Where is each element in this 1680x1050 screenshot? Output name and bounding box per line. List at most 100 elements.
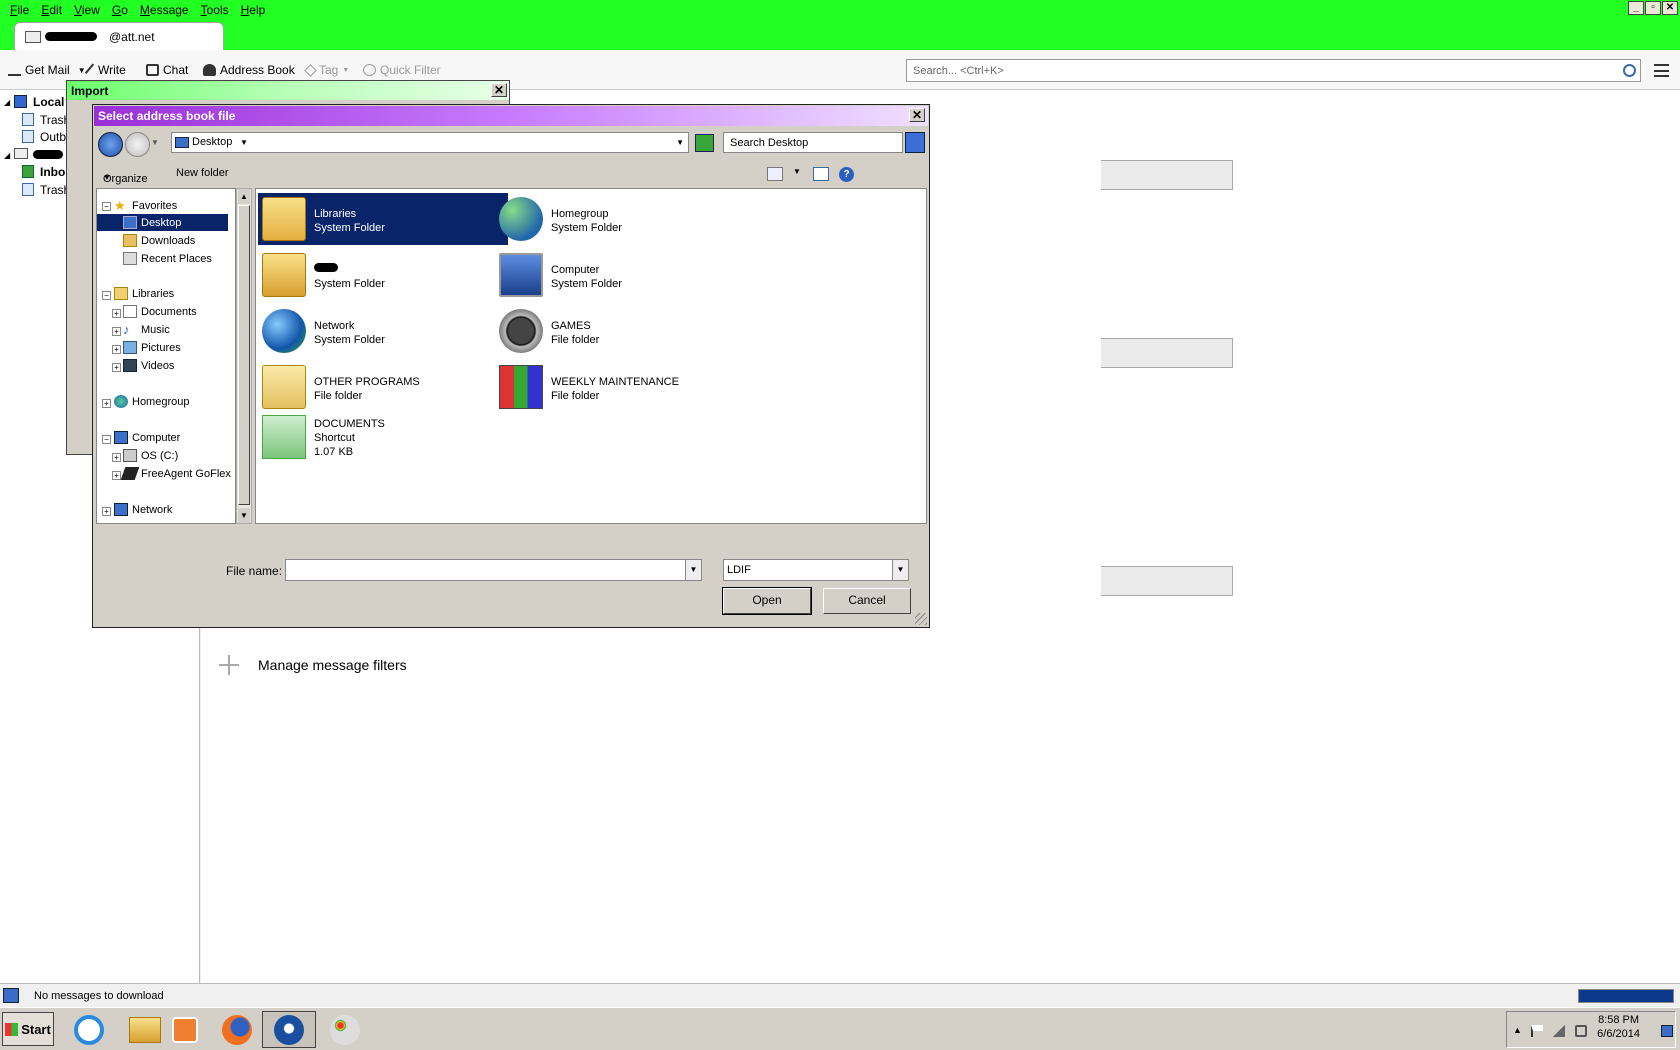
file-item-libraries[interactable]: Libraries System Folder [258, 193, 508, 245]
nav-os-c[interactable]: OS (C:) [123, 447, 178, 464]
address-dropdown-icon[interactable]: ▼ [676, 138, 684, 147]
resize-grip-icon[interactable] [915, 613, 927, 625]
cancel-button[interactable]: Cancel [823, 588, 911, 614]
taskbar-internet-explorer[interactable] [62, 1011, 116, 1048]
search-desktop-input[interactable]: Search Desktop [723, 132, 903, 153]
scroll-thumb[interactable] [238, 205, 250, 505]
write-button[interactable]: Write [84, 63, 126, 77]
nav-recent-places[interactable]: Recent Places [123, 250, 212, 267]
restore-button[interactable]: ▫ [1645, 1, 1661, 15]
taskbar-thunderbird[interactable] [262, 1011, 316, 1048]
volume-icon[interactable] [1575, 1025, 1587, 1037]
nav-documents[interactable]: Documents [123, 303, 197, 320]
scroll-down-arrow-icon[interactable]: ▼ [238, 508, 250, 523]
file-item-homegroup[interactable]: Homegroup System Folder [495, 193, 745, 245]
breadcrumb-chevron-icon[interactable]: ▼ [240, 138, 248, 147]
folder-local[interactable]: Local [33, 95, 64, 109]
expand-icon[interactable]: + [112, 471, 121, 480]
taskbar-media-player[interactable] [158, 1011, 212, 1048]
expand-icon[interactable]: + [102, 399, 111, 408]
change-view-icon[interactable] [767, 167, 783, 181]
menu-go[interactable]: Go [106, 3, 134, 17]
expand-icon[interactable]: + [102, 507, 111, 516]
collapse-icon[interactable]: − [102, 291, 111, 300]
nav-favorites[interactable]: ★ Favorites [114, 197, 177, 214]
show-hidden-icons-chevron-icon[interactable]: ▲ [1513, 1025, 1525, 1037]
menu-tools[interactable]: Tools [195, 3, 235, 17]
preview-pane-icon[interactable] [813, 167, 829, 181]
nav-music[interactable]: ♪ Music [123, 321, 170, 338]
expand-icon[interactable]: + [112, 453, 121, 462]
nav-desktop[interactable]: Desktop [97, 214, 228, 231]
address-bar[interactable]: Desktop ▼ ▼ [171, 132, 689, 153]
file-item-documents-shortcut[interactable]: DOCUMENTS Shortcut 1.07 KB [258, 411, 508, 473]
clock[interactable]: 8:58 PM 6/6/2014 [1597, 1013, 1640, 1041]
menu-view[interactable]: View [68, 3, 106, 17]
nav-freeagent[interactable]: FreeAgent GoFlex [120, 465, 231, 482]
file-type-dropdown-icon[interactable]: ▼ [892, 560, 908, 580]
file-name-input[interactable]: ▼ [285, 559, 702, 581]
nav-computer[interactable]: Computer [114, 429, 180, 446]
address-location[interactable]: Desktop [192, 136, 232, 148]
view-options-chevron-icon[interactable]: ▼ [793, 167, 801, 176]
search-icon[interactable] [1623, 64, 1636, 77]
expand-icon[interactable]: + [112, 345, 121, 354]
address-book-button[interactable]: Address Book [203, 63, 295, 77]
chat-button[interactable]: Chat [146, 63, 188, 77]
search-icon[interactable] [905, 132, 925, 153]
open-button[interactable]: Open [722, 587, 812, 615]
collapse-icon[interactable]: − [102, 202, 111, 211]
collapse-icon[interactable]: − [102, 435, 111, 444]
network-signal-icon[interactable] [1553, 1025, 1565, 1037]
menu-message[interactable]: Message [134, 3, 195, 17]
navigation-scrollbar[interactable]: ▲ ▼ [236, 188, 252, 524]
chevron-down-icon[interactable]: ▼ [78, 66, 86, 75]
recent-locations-chevron-icon[interactable]: ▼ [151, 138, 159, 147]
nav-pictures[interactable]: Pictures [123, 339, 181, 356]
collapse-icon[interactable]: ◢ [4, 151, 10, 160]
show-desktop-icon[interactable] [1661, 1025, 1673, 1037]
manage-filters-link[interactable]: Manage message filters [216, 652, 407, 678]
import-close-button[interactable]: ✕ [491, 83, 507, 97]
online-status-icon[interactable] [3, 988, 19, 1003]
menu-help[interactable]: Help [235, 3, 272, 17]
account-tab[interactable]: @att.net [14, 22, 224, 50]
refresh-icon[interactable] [695, 134, 714, 152]
nav-videos[interactable]: Videos [123, 357, 174, 374]
back-arrow-icon[interactable] [98, 132, 123, 157]
file-item-network[interactable]: Network System Folder [258, 305, 508, 357]
file-item-games[interactable]: GAMES File folder [495, 305, 745, 357]
taskbar-paint[interactable] [318, 1011, 372, 1048]
menu-icon[interactable] [1654, 64, 1669, 77]
nav-downloads[interactable]: Downloads [123, 232, 195, 249]
quick-filter-button[interactable]: Quick Filter [363, 63, 441, 77]
file-name-dropdown-icon[interactable]: ▼ [685, 560, 701, 580]
folder-outbox[interactable]: Outb [40, 130, 66, 144]
close-window-button[interactable]: ✕ [1662, 1, 1678, 15]
collapse-icon[interactable]: ◢ [4, 98, 10, 107]
minimize-button[interactable]: _ [1628, 1, 1644, 15]
expand-icon[interactable]: + [112, 327, 121, 336]
file-type-select[interactable]: LDIF ▼ [723, 559, 909, 581]
help-icon[interactable]: ? [839, 167, 854, 182]
expand-icon[interactable]: + [112, 309, 121, 318]
get-mail-button[interactable]: Get Mail ▼ [8, 63, 86, 77]
file-item-computer[interactable]: Computer System Folder [495, 249, 745, 301]
nav-network[interactable]: Network [114, 501, 172, 518]
file-item-other-programs[interactable]: OTHER PROGRAMS File folder [258, 361, 508, 413]
expand-icon[interactable]: + [112, 363, 121, 372]
action-center-flag-icon[interactable] [1531, 1025, 1543, 1037]
taskbar-firefox[interactable] [210, 1011, 264, 1048]
start-button[interactable]: Start [2, 1012, 54, 1046]
file-dialog-close-button[interactable]: ✕ [909, 108, 925, 122]
nav-homegroup[interactable]: Homegroup [114, 393, 189, 410]
new-folder-button[interactable]: New folder [176, 167, 229, 179]
nav-libraries[interactable]: Libraries [114, 285, 174, 302]
menu-file[interactable]: File [4, 3, 35, 17]
folder-inbox[interactable]: Inbo [40, 165, 65, 179]
file-item-user[interactable]: System Folder [258, 249, 508, 301]
tag-button[interactable]: Tag ▼ [304, 63, 349, 77]
search-input[interactable]: Search... <Ctrl+K> [906, 59, 1641, 82]
file-item-weekly-maintenance[interactable]: WEEKLY MAINTENANCE File folder [495, 361, 745, 413]
scroll-up-arrow-icon[interactable]: ▲ [238, 189, 250, 204]
